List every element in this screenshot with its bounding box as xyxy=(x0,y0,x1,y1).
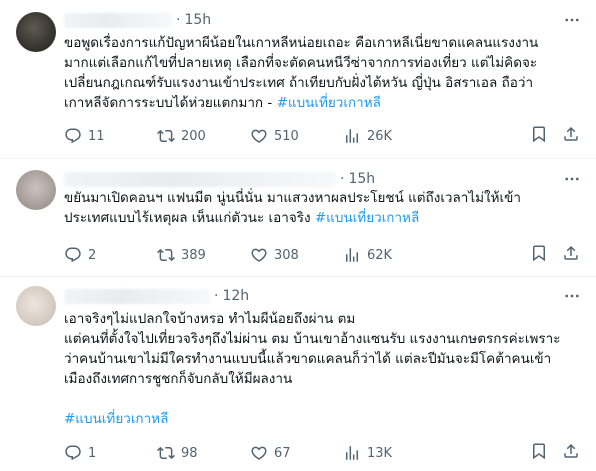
tweet-header: · 12h xyxy=(64,286,249,306)
more-horizontal-icon xyxy=(565,294,579,298)
share-button[interactable] xyxy=(562,442,580,464)
reply-button[interactable]: 1 xyxy=(64,444,157,462)
avatar[interactable] xyxy=(16,286,56,326)
reply-count: 11 xyxy=(88,128,105,144)
hashtag-link[interactable]: #แบนเที่ยวเกาหลี xyxy=(315,210,419,226)
text-spacer xyxy=(64,389,582,409)
like-count: 67 xyxy=(274,445,291,461)
more-options-button[interactable] xyxy=(562,286,582,306)
tweet-text: ขอพูดเรื่องการแก้ปัญหาผีน้อยในเกาหลีหน่อ… xyxy=(64,33,582,113)
tweet-header: · 15h xyxy=(64,10,211,30)
views-button[interactable]: 62K xyxy=(343,246,421,264)
separator-dot: · xyxy=(340,171,345,187)
more-horizontal-icon xyxy=(565,18,579,22)
reply-count: 2 xyxy=(88,247,97,263)
text-line: แต่คนที่ตั้งใจไปเที่ยวจริงๆถึงไม่ผ่าน ตม… xyxy=(64,331,561,347)
tweet-2[interactable]: · 15h ขยันมาเปิดคอนฯ แฟนมีต นู่นนี่นั่น … xyxy=(0,159,596,277)
bookmark-button[interactable] xyxy=(530,244,548,266)
more-options-button[interactable] xyxy=(562,10,582,30)
like-button[interactable]: 510 xyxy=(250,127,343,145)
action-bar: 11 200 510 26K xyxy=(64,126,582,146)
bookmark-button[interactable] xyxy=(530,442,548,464)
speech-bubble-icon xyxy=(64,444,82,462)
action-bar: 1 98 67 13K xyxy=(64,443,582,463)
timestamp[interactable]: 15h xyxy=(184,12,211,28)
repost-count: 200 xyxy=(181,128,206,144)
views-button[interactable]: 26K xyxy=(343,127,421,145)
like-button[interactable]: 308 xyxy=(250,246,343,264)
bookmark-icon xyxy=(530,443,548,464)
bookmark-icon xyxy=(530,126,548,147)
text-line: เปลี่ยนกฎเกณฑ์รับแรงงานเข้าประเทศ ถ้าเที… xyxy=(64,75,534,91)
reply-button[interactable]: 11 xyxy=(64,127,157,145)
text-line: ว่าคนบ้านเขาไม่มีใครทำงานแบบนี้แล้วขาดแค… xyxy=(64,351,552,367)
bookmark-button[interactable] xyxy=(530,125,548,147)
bar-chart-icon xyxy=(343,246,361,264)
repost-arrows-icon xyxy=(157,444,175,462)
separator-dot: · xyxy=(214,288,219,304)
speech-bubble-icon xyxy=(64,127,82,145)
text-segment: เกาหลีจัดการระบบได้ห่วยแตกมาก - xyxy=(64,95,277,111)
text-line: เกาหลีจัดการระบบได้ห่วยแตกมาก - #แบนเที่… xyxy=(64,93,582,113)
text-line: เอาจริงๆไม่แปลกใจบ้างหรอ ทำไมผีน้อยถึงผ่… xyxy=(64,311,356,327)
bookmark-icon xyxy=(530,245,548,266)
timestamp[interactable]: 15h xyxy=(348,171,375,187)
share-button[interactable] xyxy=(562,244,580,266)
repost-button[interactable]: 200 xyxy=(157,127,250,145)
more-horizontal-icon xyxy=(565,177,579,181)
separator-dot: · xyxy=(176,12,181,28)
text-segment: ประเทศแบบไร้เหตุผล เห็นแก่ตัวนะ เอาจริง xyxy=(64,210,315,226)
bar-chart-icon xyxy=(343,127,361,145)
hashtag-link[interactable]: #แบนเที่ยวเกาหลี xyxy=(277,95,381,111)
reply-count: 1 xyxy=(88,445,97,461)
timestamp[interactable]: 12h xyxy=(222,288,249,304)
view-count: 13K xyxy=(367,445,393,461)
repost-button[interactable]: 98 xyxy=(157,444,250,462)
like-button[interactable]: 67 xyxy=(250,444,343,462)
view-count: 26K xyxy=(367,128,393,144)
repost-arrows-icon xyxy=(157,246,175,264)
heart-icon xyxy=(250,444,268,462)
tweet-header: · 15h xyxy=(64,169,375,189)
avatar[interactable] xyxy=(16,170,56,210)
heart-icon xyxy=(250,127,268,145)
tweet-text: เอาจริงๆไม่แปลกใจบ้างหรอ ทำไมผีน้อยถึงผ่… xyxy=(64,309,582,429)
text-line: ประเทศแบบไร้เหตุผล เห็นแก่ตัวนะ เอาจริง … xyxy=(64,208,582,228)
tweet-3[interactable]: · 12h เอาจริงๆไม่แปลกใจบ้างหรอ ทำไมผีน้อ… xyxy=(0,277,596,471)
share-button[interactable] xyxy=(562,125,580,147)
blurred-username[interactable] xyxy=(64,171,336,187)
text-line: #แบนเที่ยวเกาหลี xyxy=(64,409,582,429)
heart-icon xyxy=(250,246,268,264)
bar-chart-icon xyxy=(343,444,361,462)
views-button[interactable]: 13K xyxy=(343,444,421,462)
text-line: ขยันมาเปิดคอนฯ แฟนมีต นู่นนี่นั่น มาแสวง… xyxy=(64,190,521,206)
text-line: มากแต่เลือกแก้ไขที่ปลายเหตุ เลือกที่จะตั… xyxy=(64,55,538,71)
share-upload-icon xyxy=(562,443,580,464)
repost-count: 389 xyxy=(181,247,206,263)
view-count: 62K xyxy=(367,247,393,263)
speech-bubble-icon xyxy=(64,246,82,264)
like-count: 308 xyxy=(274,247,299,263)
text-line: เมืองถึงเทศการชูชกก็จับกลับให้มีผลงาน xyxy=(64,371,293,387)
share-upload-icon xyxy=(562,245,580,266)
text-line: ขอพูดเรื่องการแก้ปัญหาผีน้อยในเกาหลีหน่อ… xyxy=(64,35,539,51)
tweet-1[interactable]: · 15h ขอพูดเรื่องการแก้ปัญหาผีน้อยในเกาห… xyxy=(0,0,596,159)
blurred-username[interactable] xyxy=(64,12,172,28)
reply-button[interactable]: 2 xyxy=(64,246,157,264)
hashtag-link[interactable]: #แบนเที่ยวเกาหลี xyxy=(64,411,168,427)
repost-arrows-icon xyxy=(157,127,175,145)
like-count: 510 xyxy=(274,128,299,144)
blurred-username[interactable] xyxy=(64,288,210,304)
share-upload-icon xyxy=(562,126,580,147)
repost-count: 98 xyxy=(181,445,198,461)
more-options-button[interactable] xyxy=(562,169,582,189)
avatar[interactable] xyxy=(16,12,56,52)
action-bar: 2 389 308 62K xyxy=(64,245,582,265)
repost-button[interactable]: 389 xyxy=(157,246,250,264)
tweet-text: ขยันมาเปิดคอนฯ แฟนมีต นู่นนี่นั่น มาแสวง… xyxy=(64,188,582,228)
